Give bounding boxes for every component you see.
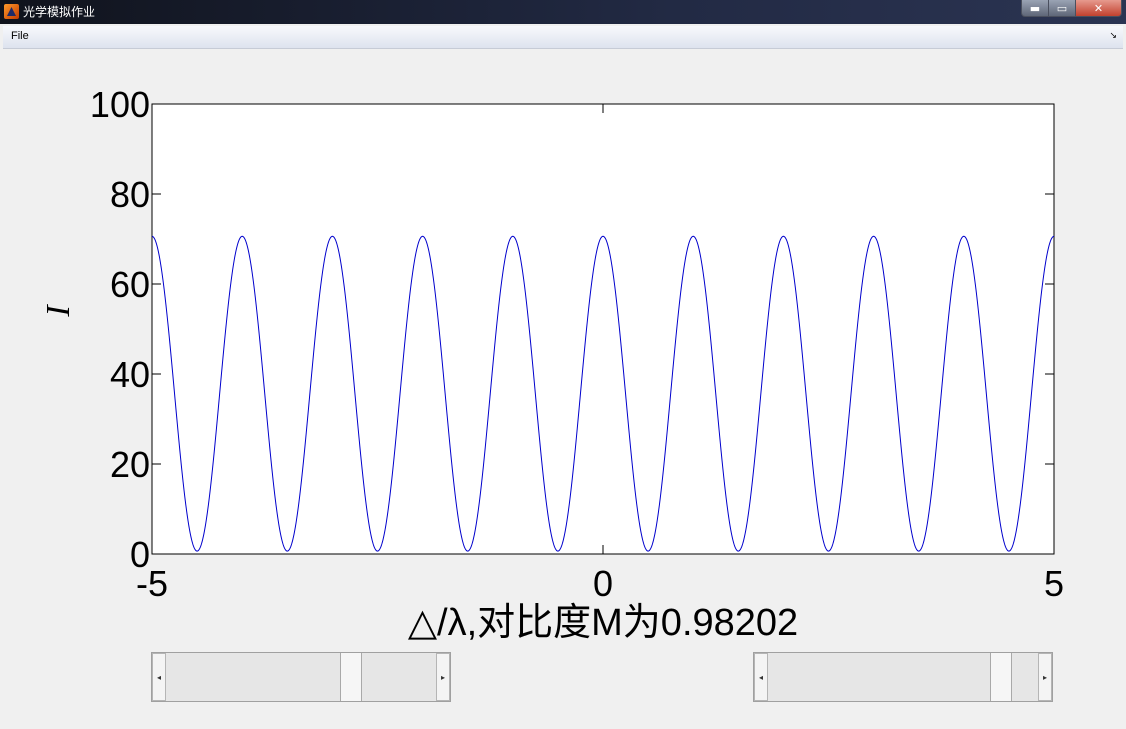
x-tick-label: 0 [593, 563, 613, 604]
dock-icon[interactable]: ↘ [1109, 31, 1117, 41]
y-tick-label: 20 [110, 444, 150, 485]
y-tick-labels: 020406080100 [90, 84, 150, 575]
left-slider-right-arrow[interactable]: ▸ [436, 653, 450, 701]
left-slider-thumb[interactable] [340, 653, 362, 701]
right-slider-left-arrow[interactable]: ◂ [754, 653, 768, 701]
right-slider-right-arrow[interactable]: ▸ [1038, 653, 1052, 701]
right-slider[interactable]: ◂ ▸ [753, 652, 1053, 702]
title-bar[interactable]: 光学模拟作业 ▬ ▭ ✕ [0, 0, 1126, 24]
x-axis-label: △/λ,对比度M为0.98202 [408, 602, 798, 644]
y-tick-label: 60 [110, 264, 150, 305]
window-title: 光学模拟作业 [23, 5, 96, 19]
left-slider-left-arrow[interactable]: ◂ [152, 653, 166, 701]
y-tick-label: 100 [90, 84, 150, 125]
y-tick-label: 40 [110, 354, 150, 395]
x-tick-label: -5 [136, 563, 168, 604]
minimize-button[interactable]: ▬ [1021, 0, 1049, 17]
menu-bar: File ↘ [3, 26, 1123, 49]
plot-svg: 0 20 40 60 80 100 -5 0 5 △/λ,对比度M为0.98202 I [40, 84, 1064, 644]
y-axis-label: I [40, 304, 77, 318]
left-slider[interactable]: ◂ ▸ [151, 652, 451, 702]
y-tick-label: 80 [110, 174, 150, 215]
close-button[interactable]: ✕ [1075, 0, 1122, 17]
right-slider-thumb[interactable] [990, 653, 1012, 701]
axes-box [151, 103, 1055, 555]
maximize-button[interactable]: ▭ [1048, 0, 1076, 17]
app-window: 光学模拟作业 ▬ ▭ ✕ File ↘ 0 20 40 60 80 100 -5 0 5 △/… [0, 0, 1126, 729]
menu-file[interactable]: File [11, 30, 29, 42]
x-tick-labels: -5 0 5 [136, 563, 1064, 604]
figure-area: 0 20 40 60 80 100 -5 0 5 △/λ,对比度M为0.98202 I ◂ ▸… [3, 49, 1123, 726]
matlab-icon [4, 4, 19, 19]
x-tick-label: 5 [1044, 563, 1064, 604]
